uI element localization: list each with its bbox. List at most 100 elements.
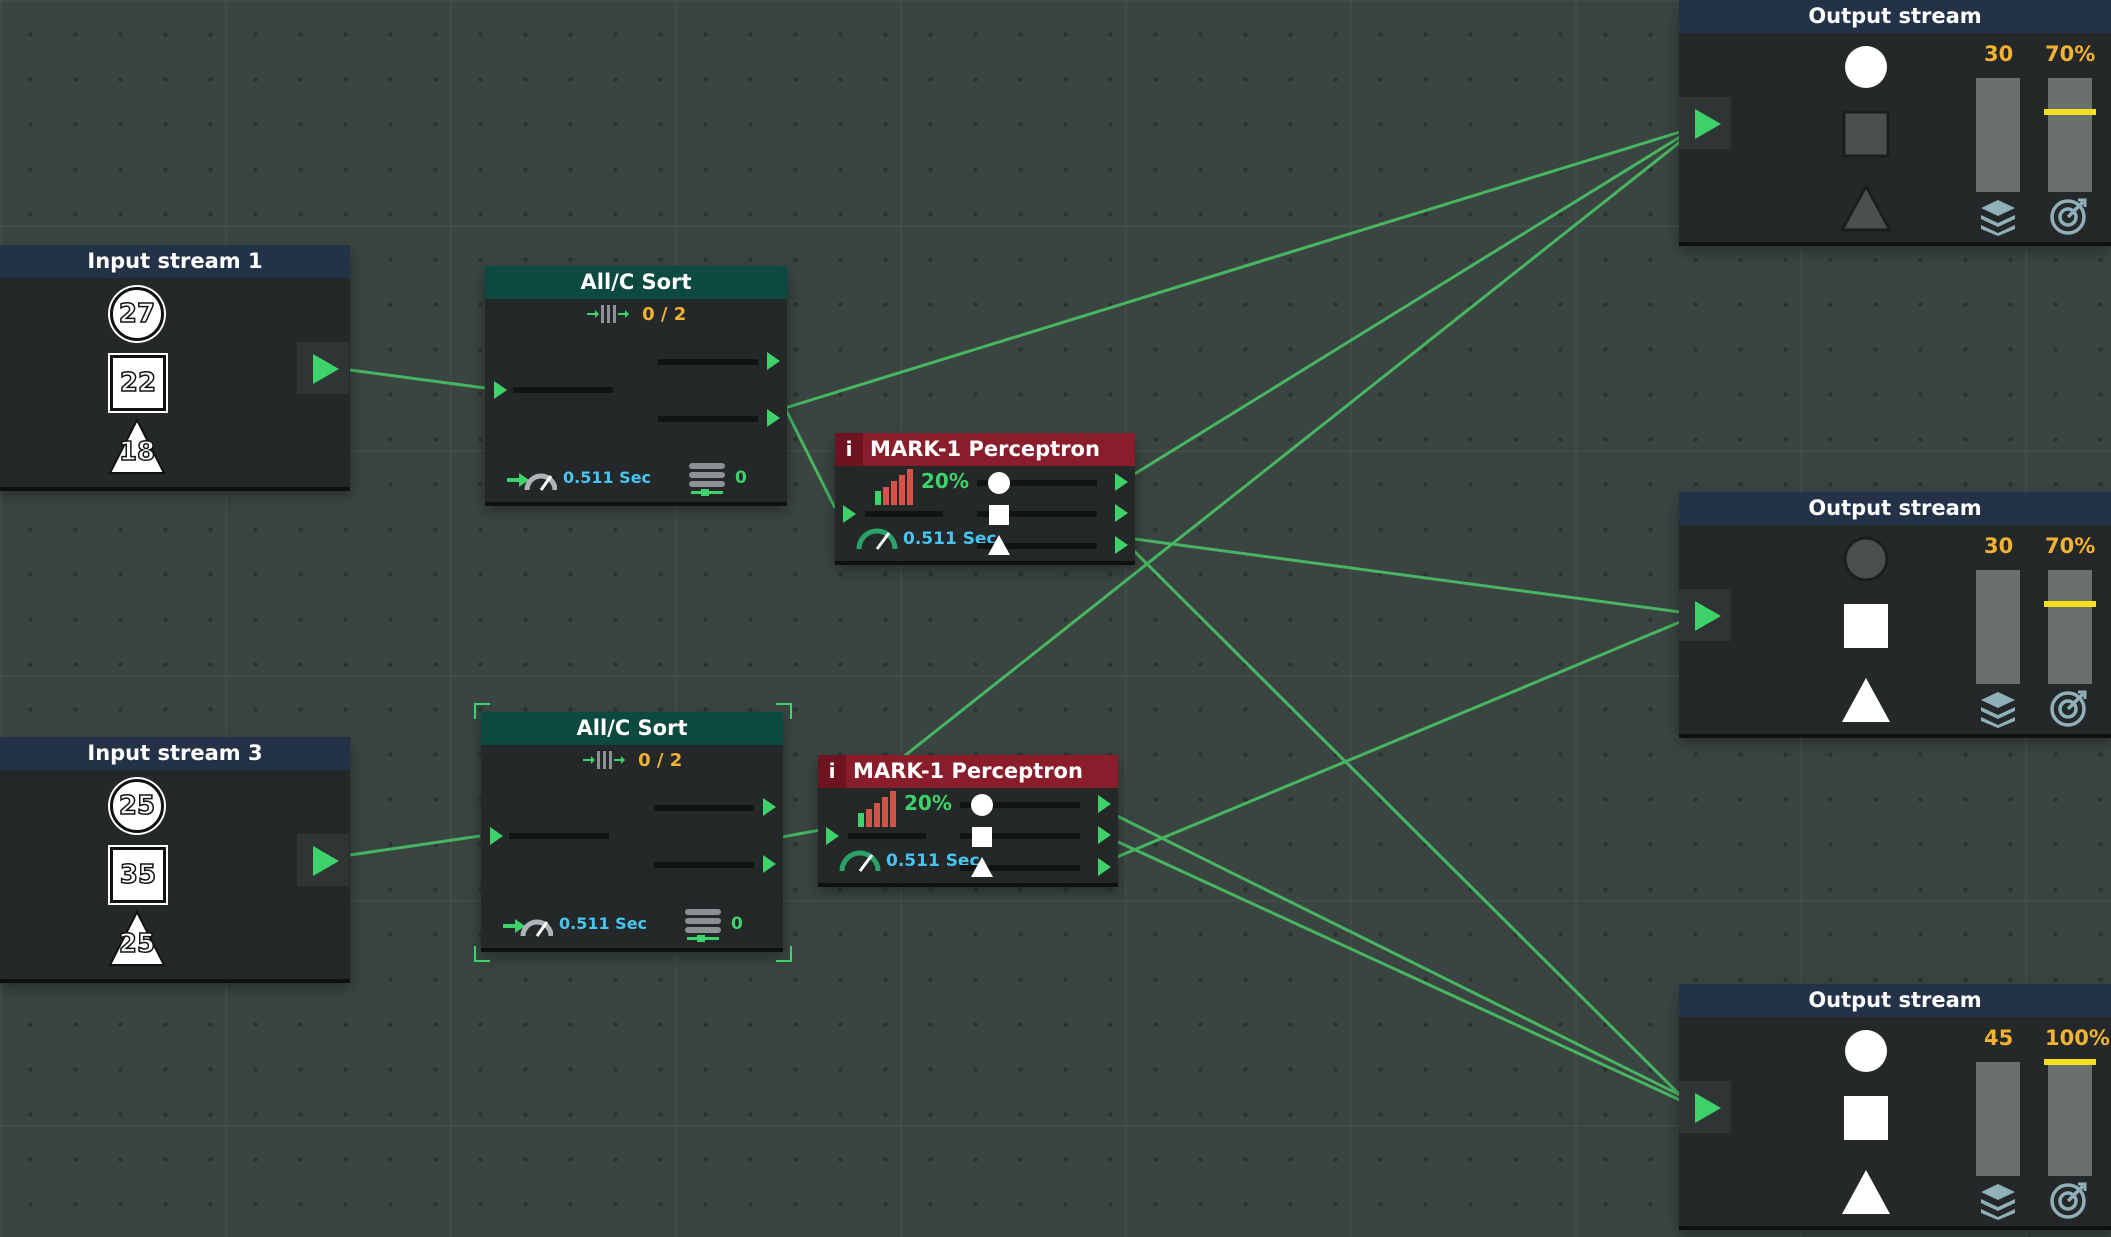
info-button[interactable]: i xyxy=(818,755,846,788)
capacity-value: 0 / 2 xyxy=(638,749,683,771)
output-play-button[interactable] xyxy=(297,834,349,886)
selection-corner xyxy=(474,946,490,962)
capacity-value: 0 / 2 xyxy=(642,303,687,325)
circle-icon xyxy=(988,472,1010,494)
input-bar xyxy=(848,833,926,839)
count-bar xyxy=(1976,1062,2020,1176)
selection-corner xyxy=(474,703,490,719)
speed-gauge-icon xyxy=(839,850,881,872)
output-bar xyxy=(658,416,758,422)
count-value: 30 xyxy=(1984,534,2014,558)
output-play-button[interactable] xyxy=(297,342,349,394)
circle-icon xyxy=(1843,536,1889,582)
square-icon xyxy=(1842,110,1890,158)
capacity-row: 0 / 2 xyxy=(585,302,686,326)
sorter-capacity-icon xyxy=(587,305,629,323)
triangle-count: 18 xyxy=(118,436,156,468)
output-stream-node[interactable]: Output stream 45 100% xyxy=(1679,984,2111,1226)
input-port[interactable] xyxy=(494,381,507,399)
output-port[interactable] xyxy=(1098,826,1111,844)
circle-icon xyxy=(971,794,993,816)
queue-stack-icon xyxy=(685,909,721,942)
speed-value: 0.511 Sec xyxy=(563,468,652,487)
sorter-node[interactable]: All/C Sort 0 / 2 0.511 Sec 0 xyxy=(481,712,783,948)
output-port[interactable] xyxy=(1115,473,1128,491)
circle-icon xyxy=(1845,46,1887,88)
triangle-count-badge: 25 xyxy=(107,909,167,967)
target-icon xyxy=(2050,1182,2087,1219)
count-bar xyxy=(1976,78,2020,192)
output-bar xyxy=(658,359,758,365)
input-bar xyxy=(513,387,613,393)
percent-value: 100% xyxy=(2045,1026,2110,1050)
info-button[interactable]: i xyxy=(835,433,863,466)
circle-count-badge: 25 xyxy=(110,779,164,833)
target-line xyxy=(2044,601,2096,608)
perceptron-node[interactable]: MARK-1 Perceptron i 20% 0.511 Sec xyxy=(818,755,1118,883)
triangle-count: 25 xyxy=(118,928,156,960)
selection-corner xyxy=(776,703,792,719)
capacity-row: 0 / 2 xyxy=(581,748,682,772)
output-stream-node[interactable]: Output stream 30 70% xyxy=(1679,492,2111,734)
output-port[interactable] xyxy=(763,798,776,816)
queue-stack-icon xyxy=(689,463,725,496)
percent-bar xyxy=(2044,78,2096,192)
target-icon xyxy=(2050,198,2087,235)
perceptron-node[interactable]: MARK-1 Perceptron i 20% 0.511 Sec xyxy=(835,433,1135,561)
node-title: Output stream xyxy=(1679,0,2111,33)
output-port[interactable] xyxy=(1098,795,1111,813)
output-port[interactable] xyxy=(763,855,776,873)
input-stream-node[interactable]: Input stream 3 25 35 25 xyxy=(0,737,350,979)
accuracy-value: 20% xyxy=(921,469,969,493)
input-bar xyxy=(865,511,943,517)
square-count-badge: 22 xyxy=(110,355,166,411)
target-icon xyxy=(2050,690,2087,727)
speed-gauge-icon xyxy=(503,919,553,937)
triangle-icon xyxy=(971,857,993,877)
output-stream-node[interactable]: Output stream 30 70% xyxy=(1679,0,2111,242)
square-icon xyxy=(989,505,1009,525)
input-bar xyxy=(509,833,609,839)
count-bar xyxy=(1976,570,2020,684)
input-play-button[interactable] xyxy=(1679,97,1731,149)
square-count-badge: 35 xyxy=(110,847,166,903)
triangle-icon xyxy=(1842,678,1890,722)
target-line xyxy=(2044,109,2096,116)
input-port[interactable] xyxy=(490,827,503,845)
output-port[interactable] xyxy=(767,352,780,370)
percent-bar xyxy=(2044,1059,2096,1176)
target-line xyxy=(2044,1059,2096,1065)
speed-gauge-icon xyxy=(507,473,557,491)
triangle-icon xyxy=(1840,183,1892,232)
accuracy-value: 20% xyxy=(904,791,952,815)
percent-bar xyxy=(2044,570,2096,684)
queue-value: 0 xyxy=(731,914,743,934)
speed-gauge-icon xyxy=(856,528,898,550)
node-title: All/C Sort xyxy=(485,266,787,299)
input-play-button[interactable] xyxy=(1679,1081,1731,1133)
circle-icon xyxy=(1845,1030,1887,1072)
square-icon xyxy=(972,827,992,847)
output-port[interactable] xyxy=(1115,536,1128,554)
input-stream-node[interactable]: Input stream 1 27 22 18 xyxy=(0,245,350,487)
node-title: Input stream 3 xyxy=(0,737,350,770)
queue-value: 0 xyxy=(735,468,747,488)
triangle-count-badge: 18 xyxy=(107,417,167,475)
node-title: MARK-1 Perceptron xyxy=(818,755,1118,788)
node-title: MARK-1 Perceptron xyxy=(835,433,1135,466)
output-port[interactable] xyxy=(1098,858,1111,876)
layers-icon xyxy=(1981,692,2015,728)
output-port[interactable] xyxy=(767,409,780,427)
sorter-capacity-icon xyxy=(583,751,625,769)
output-bar xyxy=(654,805,754,811)
input-port[interactable] xyxy=(826,827,839,845)
node-title: Input stream 1 xyxy=(0,245,350,278)
output-port[interactable] xyxy=(1115,504,1128,522)
input-port[interactable] xyxy=(843,505,856,523)
percent-value: 70% xyxy=(2045,42,2096,66)
input-play-button[interactable] xyxy=(1679,589,1731,641)
output-bar xyxy=(654,862,754,868)
sorter-node[interactable]: All/C Sort 0 / 2 0.511 Sec 0 xyxy=(485,266,787,502)
triangle-icon xyxy=(1842,1170,1890,1214)
speed-value: 0.511 Sec xyxy=(559,914,648,933)
